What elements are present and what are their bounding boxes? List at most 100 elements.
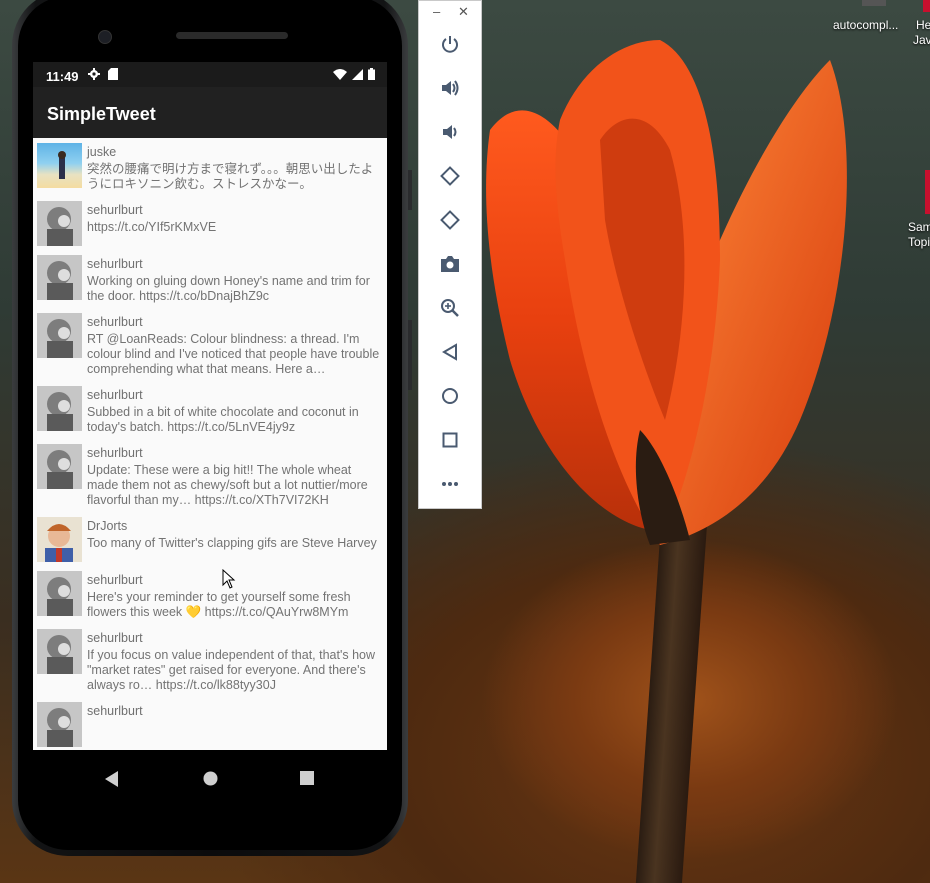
- tweet-username: sehurlburt: [87, 631, 143, 645]
- close-icon[interactable]: ✕: [458, 4, 469, 20]
- tweet-username: sehurlburt: [87, 388, 143, 402]
- emulator-window-controls: – ✕: [419, 1, 481, 23]
- avatar[interactable]: [37, 143, 82, 188]
- tweet-text: Too many of Twitter's clapping gifs are …: [87, 536, 377, 550]
- tweet-item[interactable]: sehurlburt Here's your reminder to get y…: [33, 566, 387, 624]
- home-button[interactable]: [436, 382, 464, 410]
- emulator-toolbar: – ✕: [418, 0, 482, 509]
- sd-card-icon: [108, 68, 118, 80]
- avatar-photo: [47, 319, 73, 358]
- minimize-button[interactable]: –: [433, 4, 440, 19]
- wifi-icon: [333, 68, 347, 80]
- rotate-left-button[interactable]: [436, 162, 464, 190]
- tweet-username: sehurlburt: [87, 257, 143, 271]
- back-icon: [442, 343, 457, 361]
- rotate-right-button[interactable]: [436, 206, 464, 234]
- tweet-item[interactable]: juske 突然の腰痛で明け方まで寝れず。。。朝思い出したようにロキソニン飲む。…: [33, 138, 387, 196]
- signal-icon: [352, 68, 363, 80]
- desktop-icon-he[interactable]: He: [916, 18, 930, 32]
- tweet-text: Subbed in a bit of white chocolate and c…: [87, 405, 359, 434]
- desktop-icon-sam[interactable]: Sam: [908, 220, 930, 234]
- avatar-photo: [47, 450, 73, 489]
- home-icon: [442, 388, 458, 404]
- avatar[interactable]: [37, 444, 82, 489]
- volume-up-icon: [442, 80, 459, 96]
- back-nav-icon[interactable]: [105, 771, 119, 787]
- desktop-icon-jav[interactable]: Jav: [913, 33, 930, 47]
- back-button[interactable]: [436, 338, 464, 366]
- status-bar: 11:49: [33, 62, 387, 87]
- avatar-photo: [47, 635, 73, 674]
- avatar-photo: [45, 524, 73, 562]
- status-time: 11:49: [46, 69, 79, 84]
- tweet-username: sehurlburt: [87, 203, 143, 217]
- tweet-username: sehurlburt: [87, 315, 143, 329]
- home-nav-icon[interactable]: [203, 771, 218, 786]
- rotate-right-icon: [440, 210, 460, 230]
- tweet-item[interactable]: sehurlburt RT @LoanReads: Colour blindne…: [33, 308, 387, 381]
- avatar-photo: [47, 708, 73, 747]
- volume-up-button[interactable]: [436, 74, 464, 102]
- earpiece-speaker: [176, 32, 288, 39]
- avatar-photo: [47, 392, 73, 431]
- avatar[interactable]: [37, 386, 82, 431]
- tweet-item[interactable]: sehurlburt If you focus on value indepen…: [33, 624, 387, 697]
- more-button[interactable]: [436, 470, 464, 498]
- zoom-icon: [441, 299, 459, 317]
- zoom-button[interactable]: [436, 294, 464, 322]
- avatar-photo: [47, 261, 73, 300]
- phone-screen: 11:49 SimpleTweet juske 突然の腰痛で明け方まで寝れず。。…: [33, 62, 387, 810]
- avatar[interactable]: [37, 571, 82, 616]
- gear-icon: [88, 68, 100, 80]
- power-button[interactable]: [436, 30, 464, 58]
- tweet-item[interactable]: sehurlburt https://t.co/YIf5rKMxVE: [33, 196, 387, 250]
- tweet-item[interactable]: DrJorts Too many of Twitter's clapping g…: [33, 512, 387, 566]
- avatar[interactable]: [37, 313, 82, 358]
- avatar-photo: [58, 151, 66, 179]
- avatar[interactable]: [37, 201, 82, 246]
- tweet-text: If you focus on value independent of tha…: [87, 648, 376, 692]
- screenshot-button[interactable]: [436, 250, 464, 278]
- navigation-bar: [33, 750, 387, 810]
- volume-down-button[interactable]: [436, 118, 464, 146]
- avatar[interactable]: [37, 517, 82, 562]
- avatar[interactable]: [37, 702, 82, 747]
- desktop-icon-tile: [862, 0, 886, 6]
- tweet-username: sehurlburt: [87, 704, 143, 718]
- avatar-photo: [47, 207, 73, 246]
- avatar[interactable]: [37, 629, 82, 674]
- tweet-text: https://t.co/YIf5rKMxVE: [87, 220, 217, 234]
- overview-icon: [442, 432, 458, 448]
- tweet-username: DrJorts: [87, 519, 128, 533]
- tweet-username: juske: [87, 145, 117, 159]
- avatar[interactable]: [37, 255, 82, 300]
- app-title: SimpleTweet: [47, 104, 156, 124]
- rotate-left-icon: [440, 166, 460, 186]
- power-icon: [442, 36, 458, 53]
- tweet-item[interactable]: sehurlburt Subbed in a bit of white choc…: [33, 381, 387, 439]
- phone-side-button: [408, 170, 412, 210]
- tweet-item[interactable]: sehurlburt Update: These were a big hit!…: [33, 439, 387, 512]
- tweet-text: RT @LoanReads: Colour blindness: a threa…: [87, 332, 380, 376]
- tweet-text: Update: These were a big hit!! The whole…: [87, 463, 368, 507]
- phone-volume-button: [408, 320, 412, 390]
- tweet-timeline[interactable]: juske 突然の腰痛で明け方まで寝れず。。。朝思い出したようにロキソニン飲む。…: [33, 138, 387, 750]
- tweet-username: sehurlburt: [87, 446, 143, 460]
- volume-down-icon: [443, 125, 457, 139]
- mouse-cursor-icon: [222, 569, 236, 589]
- more-icon: [442, 482, 458, 486]
- overview-button[interactable]: [436, 426, 464, 454]
- desktop-icon-topi[interactable]: Topi: [908, 235, 930, 249]
- camera-icon: [441, 256, 459, 272]
- desktop-icon-autocomplete[interactable]: autocompl...: [833, 18, 898, 32]
- app-bar: SimpleTweet: [33, 87, 387, 138]
- tweet-text: Here's your reminder to get yourself som…: [87, 590, 351, 619]
- recents-nav-icon[interactable]: [300, 771, 314, 785]
- tweet-item[interactable]: sehurlburt: [33, 697, 387, 750]
- tweet-text: 突然の腰痛で明け方まで寝れず。。。朝思い出したようにロキソニン飲む。ストレスかな…: [87, 162, 374, 191]
- tweet-item[interactable]: sehurlburt Working on gluing down Honey'…: [33, 250, 387, 308]
- front-camera-icon: [98, 30, 112, 44]
- avatar-photo: [47, 577, 73, 616]
- desktop-file-icon: [923, 0, 930, 12]
- battery-icon: [368, 68, 375, 80]
